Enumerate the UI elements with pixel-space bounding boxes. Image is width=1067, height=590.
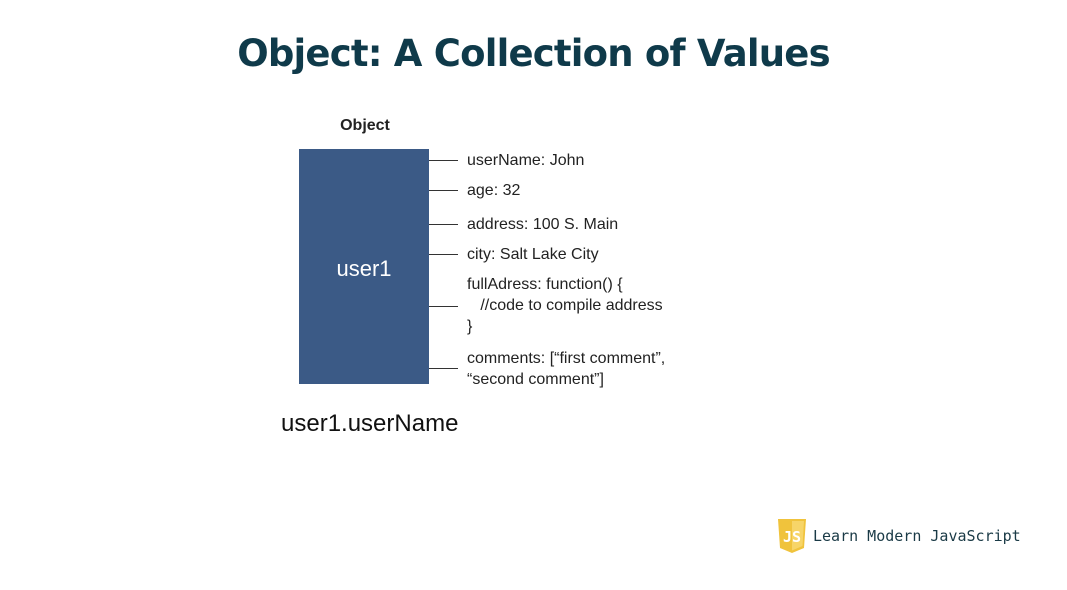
property-full-address: fullAdress: function() { //code to compi… [467,276,663,335]
brand-footer: JS Learn Modern JavaScript [777,517,1021,555]
property-access-expression: user1.userName [281,410,459,437]
property-age: age: 32 [467,182,521,199]
object-name: user1 [336,256,392,281]
property-connector [429,224,458,225]
slide-title: Object: A Collection of Values [237,32,830,75]
property-connector [429,254,458,255]
property-address: address: 100 S. Main [467,216,619,233]
property-connector [429,160,458,161]
object-heading: Object [340,117,390,134]
js-logo-text: JS [783,528,801,546]
property-connector [429,306,458,307]
property-comments: comments: [“first comment”, “second comm… [467,350,666,388]
brand-label: Learn Modern JavaScript [813,527,1021,545]
property-connector [429,368,458,369]
property-connector [429,190,458,191]
property-city: city: Salt Lake City [467,246,599,263]
js-shield-icon: JS [778,519,806,553]
property-username: userName: John [467,152,585,169]
